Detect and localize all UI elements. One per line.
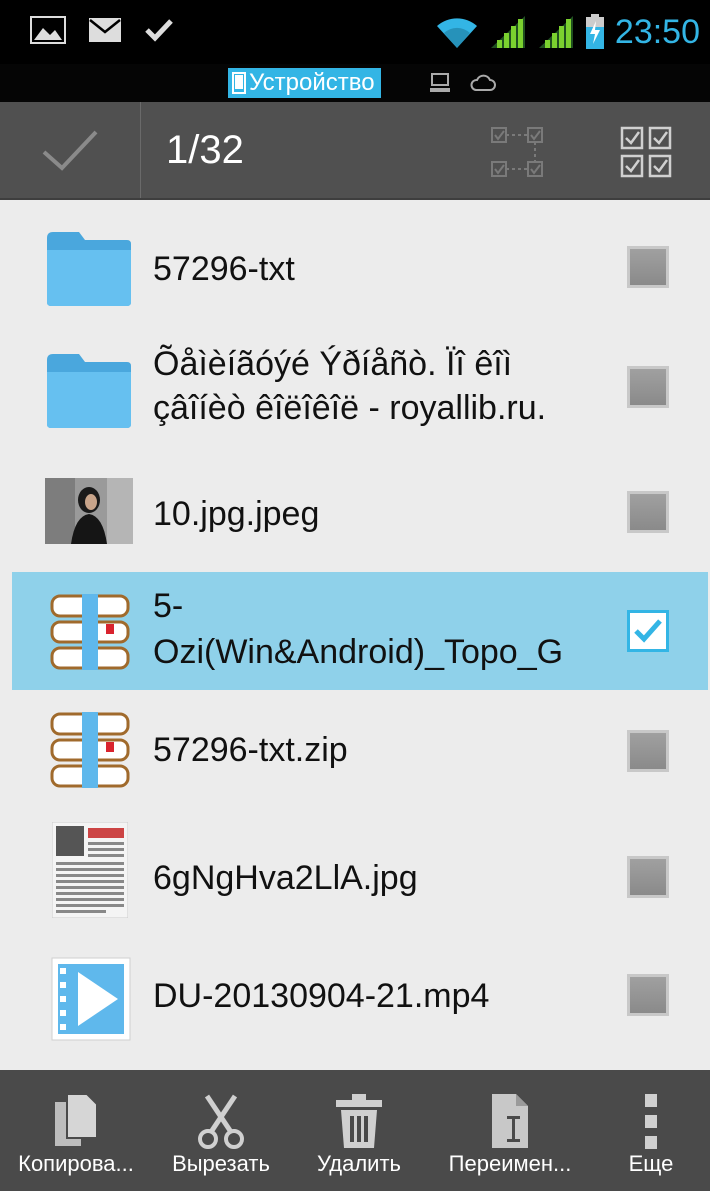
file-row[interactable]: 6gNgHva2LlA.jpg [0, 800, 710, 930]
mail-icon [89, 18, 121, 42]
copy-button[interactable]: Копирова... [0, 1070, 152, 1191]
scissors-icon [198, 1094, 244, 1149]
device-label: Устройство [249, 69, 375, 96]
file-checkbox[interactable] [627, 974, 669, 1016]
file-checkbox[interactable] [627, 730, 669, 772]
file-name: 57296-txt [153, 250, 295, 288]
copy-label: Копирова... [18, 1151, 134, 1176]
file-checkbox[interactable] [627, 491, 669, 533]
file-name: 6gNgHva2LlA.jpg [153, 859, 418, 897]
file-name-line-2: Ozi(Win&Android)_Topo_G [153, 633, 564, 671]
file-name: DU-20130904-21.mp4 [153, 977, 490, 1015]
folder-icon [47, 232, 131, 306]
check-icon [145, 19, 173, 42]
rename-button[interactable]: Переимен... [428, 1070, 592, 1191]
folder-icon [47, 354, 131, 428]
cut-button[interactable]: Вырезать [152, 1070, 290, 1191]
file-checkbox[interactable] [627, 856, 669, 898]
status-bar: 23:50 [0, 0, 710, 64]
file-row[interactable]: 57296-txt.zip [0, 690, 710, 800]
signal-1-icon [490, 16, 525, 48]
file-name-line-2: çâîíèò êîëîêîë - royallib.ru. [153, 389, 547, 427]
file-name: 57296-txt.zip [153, 731, 348, 769]
file-checkbox[interactable] [627, 366, 669, 408]
more-button[interactable]: Еще [592, 1070, 710, 1191]
file-row[interactable]: DU-20130904-21.mp4 [0, 930, 710, 1060]
file-name-line-1: Õåìèíãóýé Ýðíåñò. Ïî êîì [153, 345, 513, 383]
device-location-tab[interactable]: Устройство [228, 68, 381, 98]
more-label: Еще [628, 1151, 674, 1176]
file-checkbox[interactable] [627, 246, 669, 288]
delete-label: Удалить [317, 1151, 401, 1176]
file-name: 10.jpg.jpeg [153, 495, 320, 533]
cut-label: Вырезать [172, 1151, 270, 1176]
select-all-icon[interactable] [618, 124, 676, 180]
archive-icon [50, 712, 130, 788]
select-range-icon[interactable] [488, 124, 546, 180]
more-vertical-icon [645, 1094, 657, 1149]
trash-icon [336, 1094, 382, 1148]
signal-2-icon [538, 16, 573, 48]
phone-icon [232, 72, 246, 94]
done-check-icon [42, 130, 98, 171]
wifi-icon [436, 18, 477, 48]
battery-charging-icon [585, 14, 604, 49]
file-row[interactable]: 10.jpg.jpeg [0, 470, 710, 570]
location-bar: Устройство [0, 64, 710, 102]
selection-count: 1/32 [166, 128, 244, 172]
file-checkbox-checked[interactable] [627, 610, 669, 652]
selection-action-bar: 1/32 [0, 102, 710, 200]
file-name-line-1: 5- [153, 587, 184, 625]
image-notification-icon [30, 16, 66, 44]
image-thumbnail [45, 478, 133, 544]
video-icon [51, 957, 131, 1041]
done-selection-button[interactable] [0, 102, 141, 198]
file-row[interactable]: Õåìèíãóýé Ýðíåñò. Ïî êîì çâîíèò êîëîêîë … [0, 330, 710, 470]
checkmark-icon [634, 619, 662, 643]
file-row[interactable]: 57296-txt [0, 200, 710, 330]
clock: 23:50 [614, 13, 700, 51]
rename-icon [492, 1094, 528, 1148]
image-thumbnail [52, 822, 128, 918]
rename-label: Переимен... [448, 1151, 572, 1176]
file-row-selected[interactable]: 5- Ozi(Win&Android)_Topo_G [12, 572, 708, 690]
network-icon[interactable] [428, 71, 452, 95]
bottom-action-bar: Копирова... Вырезать Удалить Переимен...… [0, 1070, 710, 1191]
copy-icon [55, 1093, 98, 1146]
delete-button[interactable]: Удалить [290, 1070, 428, 1191]
archive-icon [50, 594, 130, 670]
cloud-icon[interactable] [470, 71, 496, 95]
